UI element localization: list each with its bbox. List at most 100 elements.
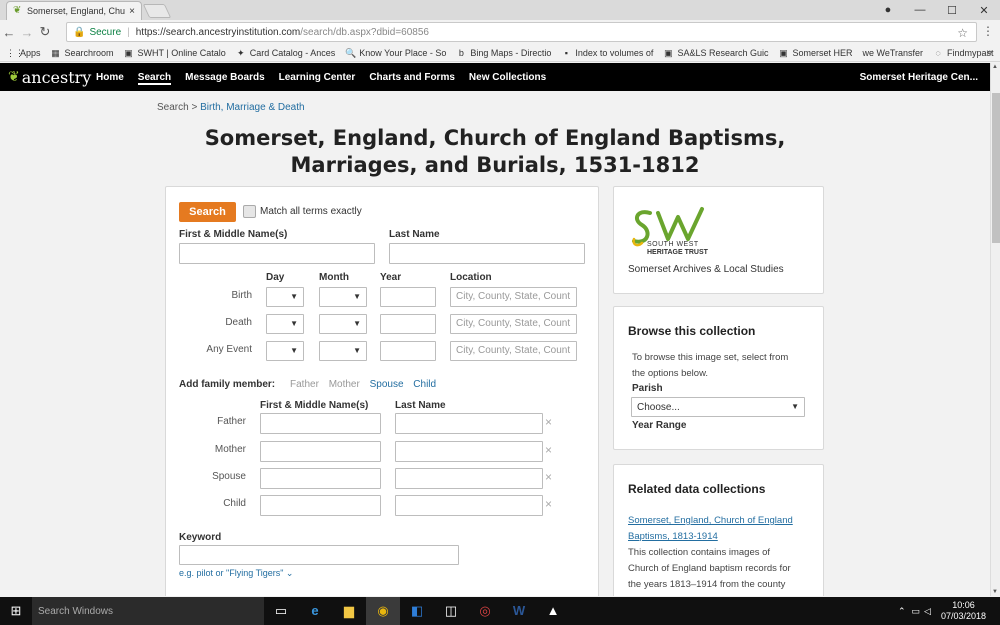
nav-home[interactable]: Home <box>96 72 124 83</box>
remove-child-icon[interactable]: × <box>545 497 552 511</box>
photos-icon[interactable]: ▲ <box>536 597 570 625</box>
spouse-first-name-input[interactable] <box>260 468 381 489</box>
bookmark-item[interactable]: ▪ Index to volumes of <box>561 48 654 58</box>
add-mother-link[interactable]: Mother <box>329 379 360 390</box>
add-spouse-link[interactable]: Spouse <box>370 379 404 390</box>
url-path: /search/db.aspx?dbid=60856 <box>300 26 429 38</box>
outlook-icon[interactable]: ◧ <box>400 597 434 625</box>
any-event-day-select[interactable]: ▼ <box>266 341 304 361</box>
bookmark-item[interactable]: 🔍 Know Your Place - So <box>345 48 446 58</box>
address-bar[interactable]: 🔒 Secure | https://search.ancestryinstit… <box>66 22 977 42</box>
windows-start-icon[interactable]: ⊞ <box>0 603 32 619</box>
file-explorer-icon[interactable]: ▆ <box>332 597 366 625</box>
maximize-button[interactable]: ☐ <box>936 4 968 17</box>
bookmark-label: Somerset HER <box>792 47 853 58</box>
father-first-name-input[interactable] <box>260 413 381 434</box>
nav-new-collections[interactable]: New Collections <box>469 72 546 83</box>
forward-arrow-icon[interactable]: → <box>18 25 36 40</box>
bookmark-item[interactable]: ▣ SA&LS Research Guic <box>663 48 768 58</box>
add-child-link[interactable]: Child <box>413 379 436 390</box>
keyword-hint[interactable]: e.g. pilot or "Flying Tigers" ⌄ <box>179 568 293 579</box>
bookmark-item[interactable]: b Bing Maps - Directio <box>456 48 552 58</box>
bookmark-item[interactable]: ⋮⋮ Apps <box>6 48 41 58</box>
breadcrumb-root[interactable]: Search <box>157 102 189 113</box>
chrome-alt-icon[interactable]: ◎ <box>468 597 502 625</box>
any-event-location-input[interactable]: City, County, State, Count <box>450 341 577 361</box>
chrome-menu-icon[interactable]: ⋮ <box>982 24 994 38</box>
page-content: Search > Birth, Marriage & Death Somerse… <box>0 91 990 596</box>
related-link-line2[interactable]: Baptisms, 1813-1914 <box>628 529 718 545</box>
match-exactly-checkbox[interactable] <box>243 205 256 218</box>
back-arrow-icon[interactable]: ← <box>0 25 18 40</box>
network-icon[interactable]: ▭ <box>912 606 921 617</box>
death-year-input[interactable] <box>380 314 436 334</box>
any-event-month-select[interactable]: ▼ <box>319 341 367 361</box>
any-event-year-input[interactable] <box>380 341 436 361</box>
match-exactly-toggle[interactable]: Match all terms exactly <box>243 205 362 218</box>
page-scrollbar[interactable]: ▲ ▼ <box>990 63 1000 596</box>
child-first-name-input[interactable] <box>260 495 381 516</box>
match-exactly-label: Match all terms exactly <box>260 206 362 217</box>
search-button[interactable]: Search <box>179 202 236 222</box>
bookmark-item[interactable]: ▣ Somerset HER <box>778 48 852 58</box>
death-location-input[interactable]: City, County, State, Count <box>450 314 577 334</box>
remove-father-icon[interactable]: × <box>545 415 552 429</box>
parish-select[interactable]: Choose... ▼ <box>631 397 805 417</box>
nav-learning-center[interactable]: Learning Center <box>279 72 356 83</box>
nav-search[interactable]: Search <box>137 72 172 85</box>
store-icon[interactable]: ◫ <box>434 597 468 625</box>
browser-tab[interactable]: ❦ Somerset, England, Chur × <box>6 1 142 20</box>
bookmarks-overflow-icon[interactable]: » <box>986 47 992 58</box>
scrollbar-thumb[interactable] <box>992 93 1000 243</box>
first-name-input[interactable] <box>179 243 375 264</box>
reload-icon[interactable]: ↻ <box>36 24 54 40</box>
bookmark-item[interactable]: ▣ SWHT | Online Catalo <box>124 48 225 58</box>
spouse-last-name-input[interactable] <box>395 468 543 489</box>
death-day-select[interactable]: ▼ <box>266 314 304 334</box>
related-heading: Related data collections <box>628 482 766 496</box>
bookmark-item[interactable]: we WeTransfer <box>863 48 924 58</box>
keyword-input[interactable] <box>179 545 459 565</box>
bookmark-item[interactable]: ▦ Searchroom <box>51 48 113 58</box>
father-last-name-input[interactable] <box>395 413 543 434</box>
death-month-select[interactable]: ▼ <box>319 314 367 334</box>
bookmark-item[interactable]: ◌ Findmypast <box>933 48 993 58</box>
add-father-link[interactable]: Father <box>290 379 319 390</box>
new-tab-button[interactable] <box>142 4 172 18</box>
taskbar-clock[interactable]: 10:06 07/03/2018 <box>941 600 986 622</box>
remove-mother-icon[interactable]: × <box>545 443 552 457</box>
word-icon[interactable]: W <box>502 597 536 625</box>
scroll-down-icon[interactable]: ▼ <box>992 589 998 595</box>
ancestry-logo[interactable]: ❦ ancestry <box>0 68 96 87</box>
taskbar-search[interactable]: Search Windows <box>32 597 264 625</box>
volume-icon[interactable]: ◁ <box>924 606 931 617</box>
child-last-name-input[interactable] <box>395 495 543 516</box>
chrome-icon[interactable]: ◉ <box>366 597 400 625</box>
close-window-button[interactable]: ✕ <box>968 4 1000 17</box>
profile-icon[interactable]: ● <box>872 4 904 16</box>
bookmark-item[interactable]: ✦ Card Catalog - Ances <box>236 48 335 58</box>
page-title-line2: Marriages, and Burials, 1531-1812 <box>290 153 700 177</box>
birth-month-select[interactable]: ▼ <box>319 287 367 307</box>
task-view-icon[interactable]: ▭ <box>264 597 298 625</box>
birth-location-input[interactable]: City, County, State, Count <box>450 287 577 307</box>
edge-browser-icon[interactable]: e <box>298 597 332 625</box>
institution-name[interactable]: Somerset Heritage Cen... <box>860 72 978 83</box>
last-name-input[interactable] <box>389 243 585 264</box>
ancestry-favicon-icon: ❦ <box>13 5 22 16</box>
breadcrumb-current[interactable]: Birth, Marriage & Death <box>200 102 305 113</box>
tab-close-icon[interactable]: × <box>129 6 135 17</box>
tray-chevron-icon[interactable]: ⌃ <box>898 606 906 617</box>
mother-first-name-input[interactable] <box>260 441 381 462</box>
birth-day-select[interactable]: ▼ <box>266 287 304 307</box>
nav-message-boards[interactable]: Message Boards <box>185 72 264 83</box>
scroll-up-icon[interactable]: ▲ <box>992 64 998 70</box>
remove-spouse-icon[interactable]: × <box>545 470 552 484</box>
nav-charts-and-forms[interactable]: Charts and Forms <box>369 72 455 83</box>
minimize-button[interactable]: — <box>904 4 936 16</box>
birth-year-input[interactable] <box>380 287 436 307</box>
bookmark-star-icon[interactable]: ☆ <box>957 26 968 40</box>
mother-last-name-input[interactable] <box>395 441 543 462</box>
tab-title: Somerset, England, Chur <box>27 6 126 16</box>
related-link-line1[interactable]: Somerset, England, Church of England <box>628 513 793 529</box>
